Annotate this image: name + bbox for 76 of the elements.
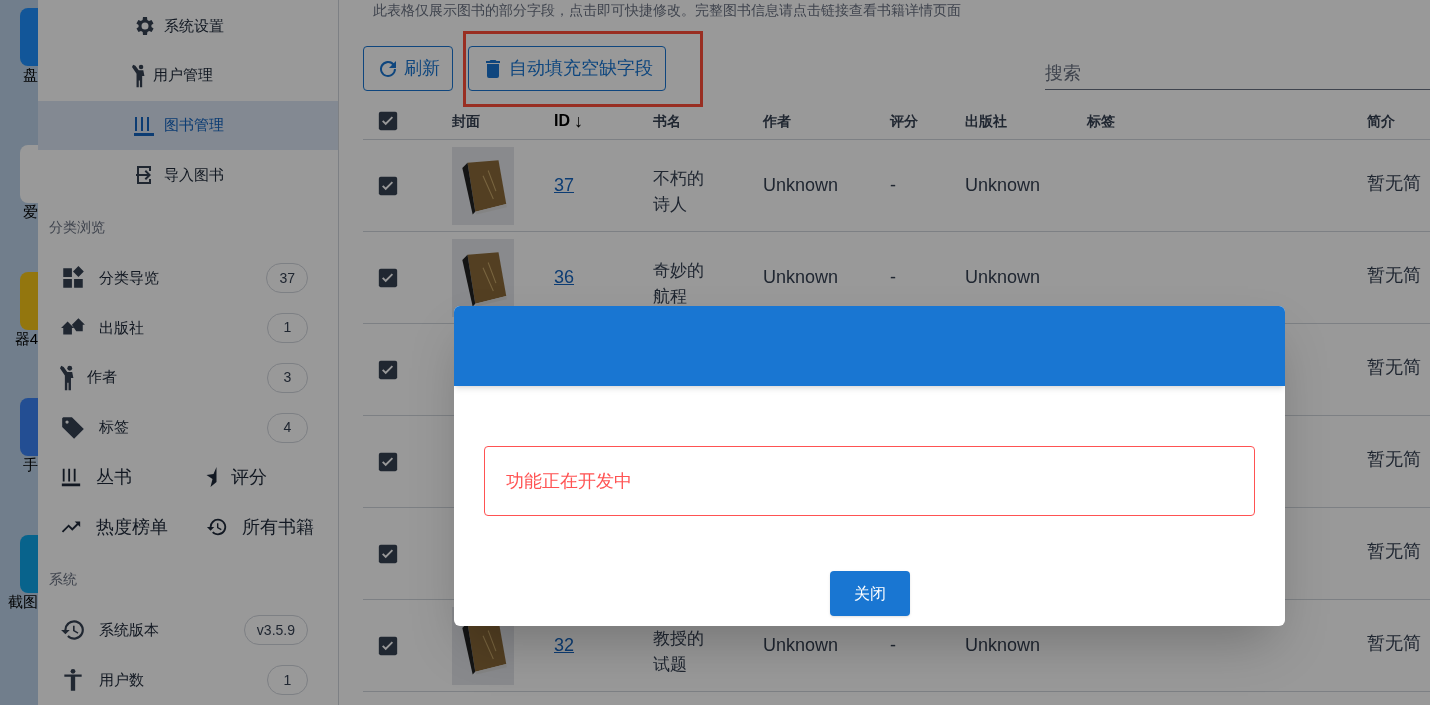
checkbox[interactable] bbox=[377, 542, 399, 565]
sidebar-nav-item[interactable]: 出版社 1 bbox=[38, 302, 338, 353]
sidebar-nav-item[interactable]: 分类导览 37 bbox=[38, 253, 338, 303]
table-cell-text: 暂无简 bbox=[1367, 448, 1422, 471]
sidebar-menu-item[interactable]: 图书管理 bbox=[38, 100, 338, 151]
table-cell-text: Unknown bbox=[763, 266, 840, 289]
table-cell-text: Unknown bbox=[965, 634, 1042, 657]
book-title[interactable]: 教授的试题 bbox=[653, 625, 707, 678]
checkbox[interactable] bbox=[377, 634, 399, 657]
sidebar-nav-item[interactable]: 系统版本 v3.5.9 bbox=[38, 605, 338, 656]
nav-label: 作者 bbox=[87, 367, 118, 388]
quick-link[interactable]: 热度榜单 bbox=[38, 502, 194, 553]
book-id-link[interactable]: 32 bbox=[554, 632, 653, 659]
table-cell-text: Unknown bbox=[763, 174, 840, 197]
desktop-icon-label[interactable]: 截图 bbox=[8, 593, 38, 612]
table-cell-text: - bbox=[890, 266, 897, 289]
column-header[interactable]: 封面 bbox=[452, 110, 554, 132]
column-header[interactable]: 出版社 bbox=[965, 110, 1087, 132]
person-waving-icon bbox=[132, 63, 145, 88]
nav-label: 用户数 bbox=[99, 669, 145, 690]
table-cell-text: 暂无简 bbox=[1367, 356, 1422, 379]
table-cell-text: Unknown bbox=[965, 174, 1042, 197]
book-cover-icon bbox=[452, 146, 514, 225]
section-heading: 系统 bbox=[48, 570, 78, 590]
tag-icon bbox=[60, 414, 86, 441]
checkbox[interactable] bbox=[377, 358, 399, 381]
column-header[interactable]: 评分 bbox=[890, 110, 965, 132]
quick-link[interactable]: 评分 bbox=[194, 452, 338, 503]
checkbox[interactable] bbox=[377, 110, 399, 132]
quick-link[interactable]: 所有书籍 bbox=[194, 502, 338, 553]
checkbox[interactable] bbox=[377, 450, 399, 473]
toolbar-button[interactable]: 自动填充空缺字段 bbox=[468, 46, 666, 91]
toolbar-button[interactable]: 刷新 bbox=[363, 46, 453, 91]
sidebar-nav-item[interactable]: 用户数 1 bbox=[38, 655, 338, 705]
desktop-icon-label[interactable]: 手 bbox=[23, 456, 38, 475]
book-title[interactable]: 奇妙的航程 bbox=[653, 257, 707, 310]
book-id-link[interactable]: 37 bbox=[554, 172, 653, 199]
column-header[interactable]: ID ↓ bbox=[554, 107, 653, 135]
table-cell-text: - bbox=[890, 634, 897, 657]
table-cell-text: Unknown bbox=[965, 266, 1042, 289]
table-cell-text: 暂无简 bbox=[1367, 172, 1422, 195]
column-header[interactable]: 标签 bbox=[1087, 110, 1367, 132]
sidebar-menu-item[interactable]: 用户管理 bbox=[38, 50, 338, 101]
book-id-link[interactable]: 36 bbox=[554, 264, 653, 291]
search-field[interactable]: 搜索 bbox=[1045, 57, 1430, 90]
sidebar-nav-item[interactable]: 作者 3 bbox=[38, 352, 338, 403]
column-header[interactable]: 作者 bbox=[763, 110, 890, 132]
table-description: 此表格仅展示图书的部分字段，点击即可快捷修改。完整图书信息请点击链接查看书籍详情页面 bbox=[372, 1, 962, 20]
nav-label: 出版社 bbox=[99, 317, 145, 338]
nav-label: 标签 bbox=[99, 417, 130, 438]
nav-label: 分类导览 bbox=[99, 267, 160, 288]
close-button[interactable]: 关闭 bbox=[829, 571, 910, 616]
table-cell-text: Unknown bbox=[763, 634, 840, 657]
checkbox[interactable] bbox=[377, 266, 399, 289]
sidebar-menu-item[interactable]: 系统设置 bbox=[38, 1, 338, 51]
books-icon bbox=[60, 466, 82, 489]
table-cell-text: 暂无简 bbox=[1367, 540, 1422, 563]
error-message: 功能正在开发中 bbox=[484, 446, 1255, 516]
section-heading: 分类浏览 bbox=[48, 218, 106, 238]
person-waving-icon bbox=[60, 364, 74, 391]
table-cell-text: 暂无简 bbox=[1367, 632, 1422, 655]
half-star-icon bbox=[206, 466, 217, 489]
book-title[interactable]: 不朽的诗人 bbox=[653, 165, 707, 218]
desktop-icon-label[interactable]: 爱 bbox=[23, 202, 38, 222]
table-cell-text: - bbox=[890, 174, 897, 197]
desktop-icon-label[interactable]: 器4 bbox=[14, 329, 38, 349]
checkbox[interactable] bbox=[377, 174, 399, 197]
sidebar-menu-item[interactable]: 导入图书 bbox=[38, 150, 338, 201]
quick-link[interactable]: 丛书 bbox=[38, 452, 194, 503]
column-header[interactable]: 简介 bbox=[1367, 110, 1430, 132]
column-header[interactable]: 书名 bbox=[653, 110, 763, 132]
nav-label: 系统版本 bbox=[99, 619, 160, 640]
sidebar-nav-item[interactable]: 标签 4 bbox=[38, 402, 338, 453]
desktop-icon-label[interactable]: 盘 bbox=[23, 66, 38, 85]
sort-indicator[interactable]: ↓ bbox=[574, 107, 583, 135]
table-cell-text: 暂无简 bbox=[1367, 264, 1422, 287]
